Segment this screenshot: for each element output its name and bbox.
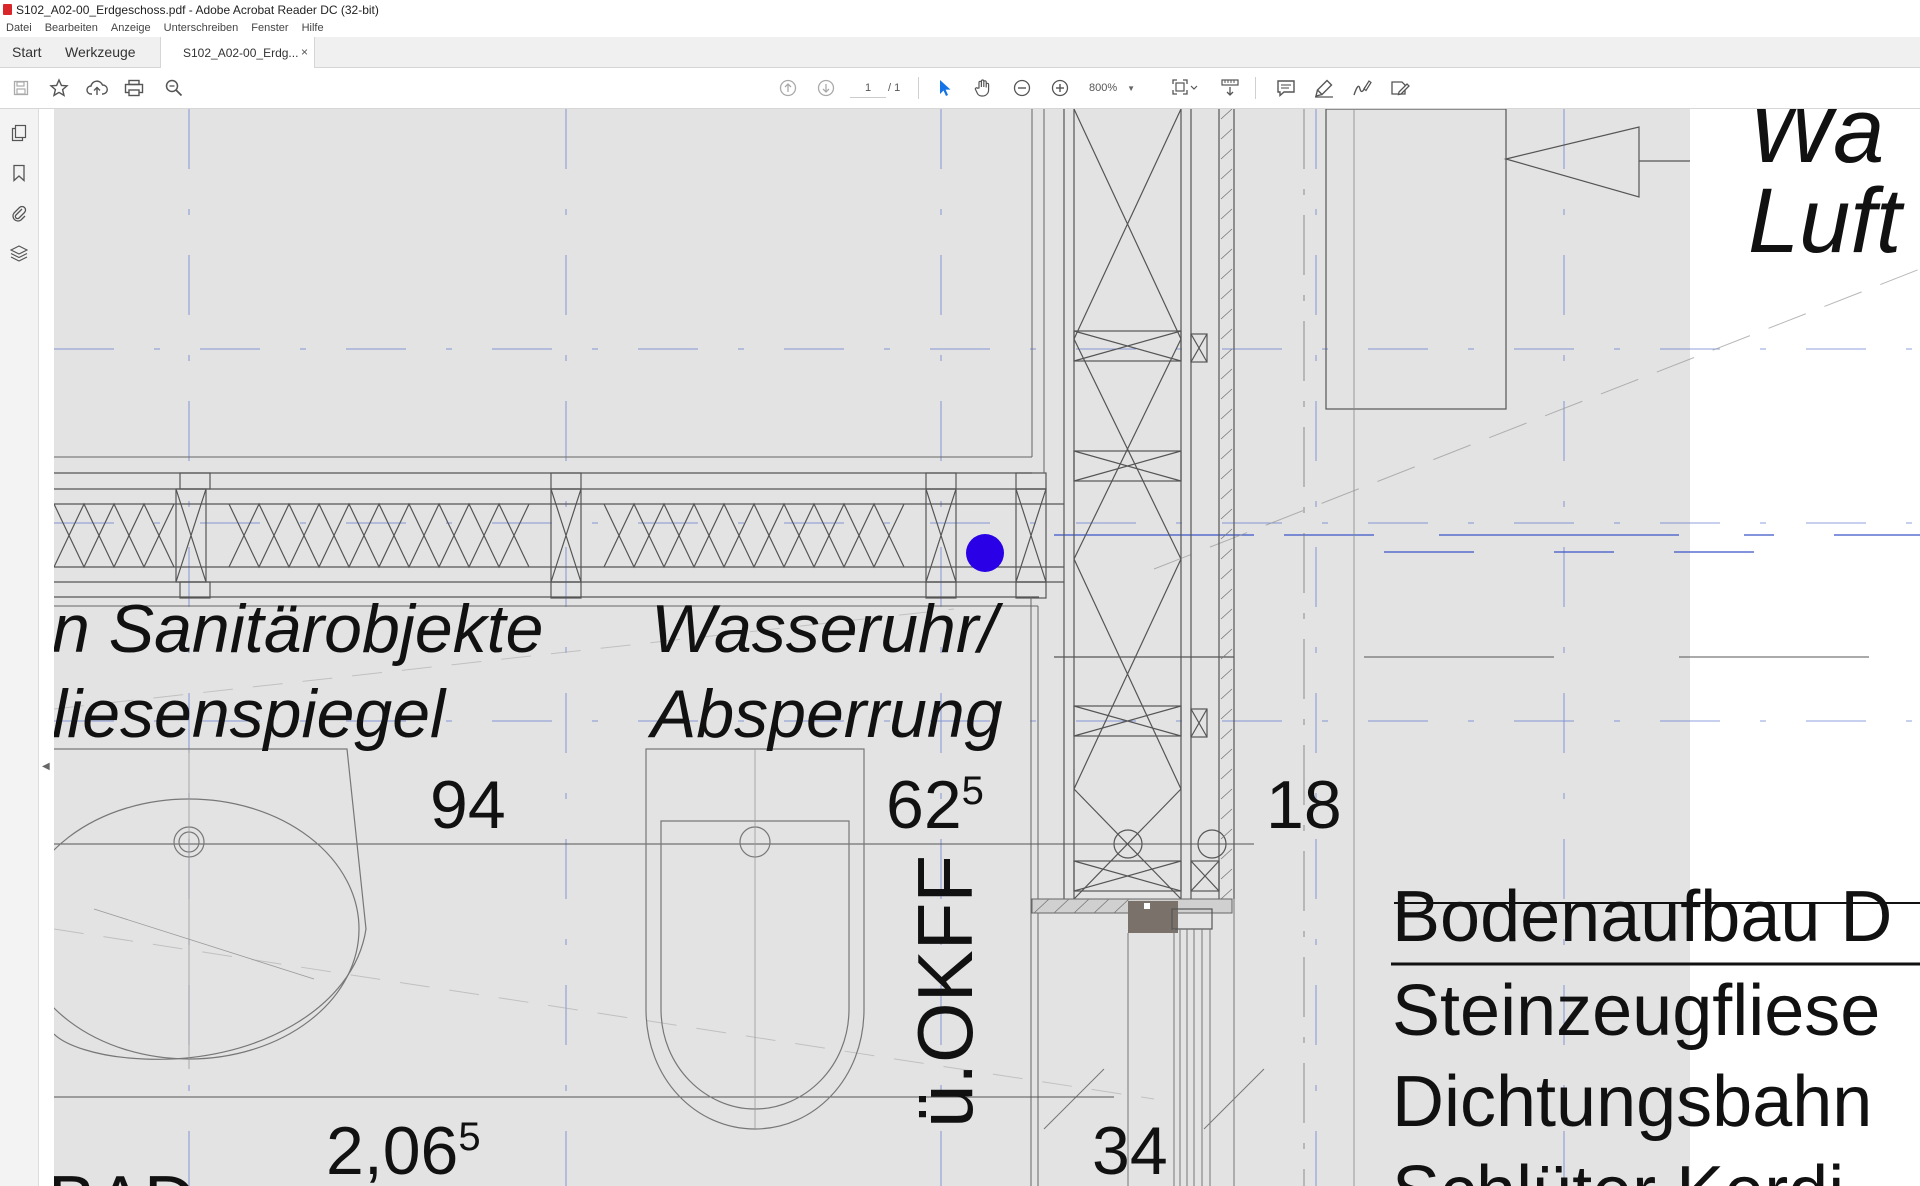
tab-bar: Start Werkzeuge S102_A02-00_Erdg... ×	[0, 37, 1920, 68]
zoom-out-icon[interactable]	[1010, 68, 1034, 108]
toolbar-divider	[1255, 77, 1256, 99]
zoom-level-value: 800%	[1088, 82, 1118, 94]
guide-line	[54, 928, 1155, 1100]
prev-page-icon[interactable]	[776, 68, 800, 108]
layers-icon[interactable]	[7, 241, 31, 265]
title-bar: S102_A02-00_Erdgeschoss.pdf - Adobe Acro…	[0, 0, 1920, 19]
bookmark-star-icon[interactable]	[47, 68, 71, 108]
dimension-18: 18	[1266, 767, 1342, 843]
next-page-icon[interactable]	[814, 68, 838, 108]
hand-tool-icon[interactable]	[971, 68, 995, 108]
menu-bar: Datei Bearbeiten Anzeige Unterschreiben …	[0, 19, 1920, 37]
dimension-2-06-5-sup: 5	[458, 1115, 481, 1159]
window-title: S102_A02-00_Erdgeschoss.pdf - Adobe Acro…	[16, 2, 379, 17]
print-icon[interactable]	[122, 68, 146, 108]
wall-hatch	[1220, 109, 1233, 900]
zoom-level-select[interactable]: 800% ▼	[1086, 79, 1138, 97]
zoom-in-icon[interactable]	[1048, 68, 1072, 108]
label-sanitaerobjekte: n Sanitärobjekte	[54, 591, 544, 667]
dimension-34: 34	[1092, 1113, 1168, 1186]
menu-anzeige[interactable]: Anzeige	[111, 22, 151, 34]
save-icon[interactable]	[10, 68, 32, 108]
edit-pdf-icon[interactable]	[1388, 68, 1412, 108]
dimension-2-06-5: 2,065	[326, 1117, 481, 1185]
label-absperrung: Absperrung	[651, 676, 1003, 752]
close-tab-icon[interactable]: ×	[301, 45, 308, 59]
pages-icon[interactable]	[7, 121, 31, 145]
comment-icon[interactable]	[1274, 68, 1298, 108]
page-fit-icon[interactable]	[1170, 68, 1200, 108]
layer-steinzeugfliese: Steinzeugfliese	[1392, 971, 1881, 1051]
page-number-input[interactable]: 1	[850, 79, 886, 98]
tab-tools[interactable]: Werkzeuge	[65, 37, 136, 67]
highlight-icon[interactable]	[1312, 68, 1336, 108]
menu-bearbeiten[interactable]: Bearbeiten	[45, 22, 98, 34]
attachments-icon[interactable]	[7, 201, 31, 225]
cloud-upload-icon[interactable]	[85, 68, 109, 108]
dimension-62-5: 625	[886, 771, 984, 839]
room-label-bad: BAD	[54, 1166, 196, 1186]
dimension-2-06-5-value: 2,06	[326, 1113, 459, 1186]
menu-fenster[interactable]: Fenster	[251, 22, 288, 34]
pdf-app-icon	[3, 4, 12, 15]
toilet	[645, 748, 865, 1130]
sign-icon[interactable]	[1350, 68, 1374, 108]
washbasin	[54, 748, 367, 1069]
heading-bodenaufbau: Bodenaufbau D	[1392, 877, 1893, 957]
layer-dichtungsbahn: Dichtungsbahn	[1392, 1062, 1873, 1142]
label-wand: Wa	[1748, 109, 1885, 182]
dimension-94: 94	[430, 767, 506, 843]
bookmarks-icon[interactable]	[7, 161, 31, 185]
menu-datei[interactable]: Datei	[6, 22, 32, 34]
label-luft: Luft	[1748, 170, 1902, 272]
select-cursor-icon[interactable]	[934, 68, 956, 108]
dimension-62-5-sup: 5	[961, 769, 984, 813]
menu-unterschreiben[interactable]: Unterschreiben	[164, 22, 239, 34]
collapse-panel-icon[interactable]: ◀	[42, 761, 50, 772]
toolbar: 1 / 1 800% ▼	[0, 68, 1920, 109]
navigation-rail: ◀	[0, 109, 50, 1186]
layer-schlueter-kerdi: Schlüter Kerdi	[1392, 1156, 1844, 1186]
page-total: / 1	[888, 82, 901, 94]
label-wasseruhr: Wasseruhr/	[651, 591, 998, 667]
toolbar-divider	[918, 77, 919, 99]
label-okff: ü.OKFF	[901, 854, 989, 1128]
zoom-search-icon[interactable]	[162, 68, 186, 108]
position-marker[interactable]	[966, 534, 1004, 572]
tab-start[interactable]: Start	[12, 37, 42, 67]
label-fliesenspiegel: liesenspiegel	[54, 676, 446, 752]
dimension-62-5-value: 62	[886, 767, 962, 843]
chevron-down-icon: ▼	[1127, 83, 1136, 93]
horizontal-wall	[54, 472, 1064, 599]
menu-hilfe[interactable]: Hilfe	[302, 22, 324, 34]
scroll-mode-icon[interactable]	[1218, 68, 1242, 108]
document-viewport[interactable]: n Sanitärobjekte liesenspiegel Wasseruhr…	[54, 109, 1920, 1186]
tab-document[interactable]: S102_A02-00_Erdg... ×	[160, 37, 315, 68]
tab-document-label: S102_A02-00_Erdg...	[183, 45, 299, 60]
vertical-wall	[1054, 109, 1235, 900]
